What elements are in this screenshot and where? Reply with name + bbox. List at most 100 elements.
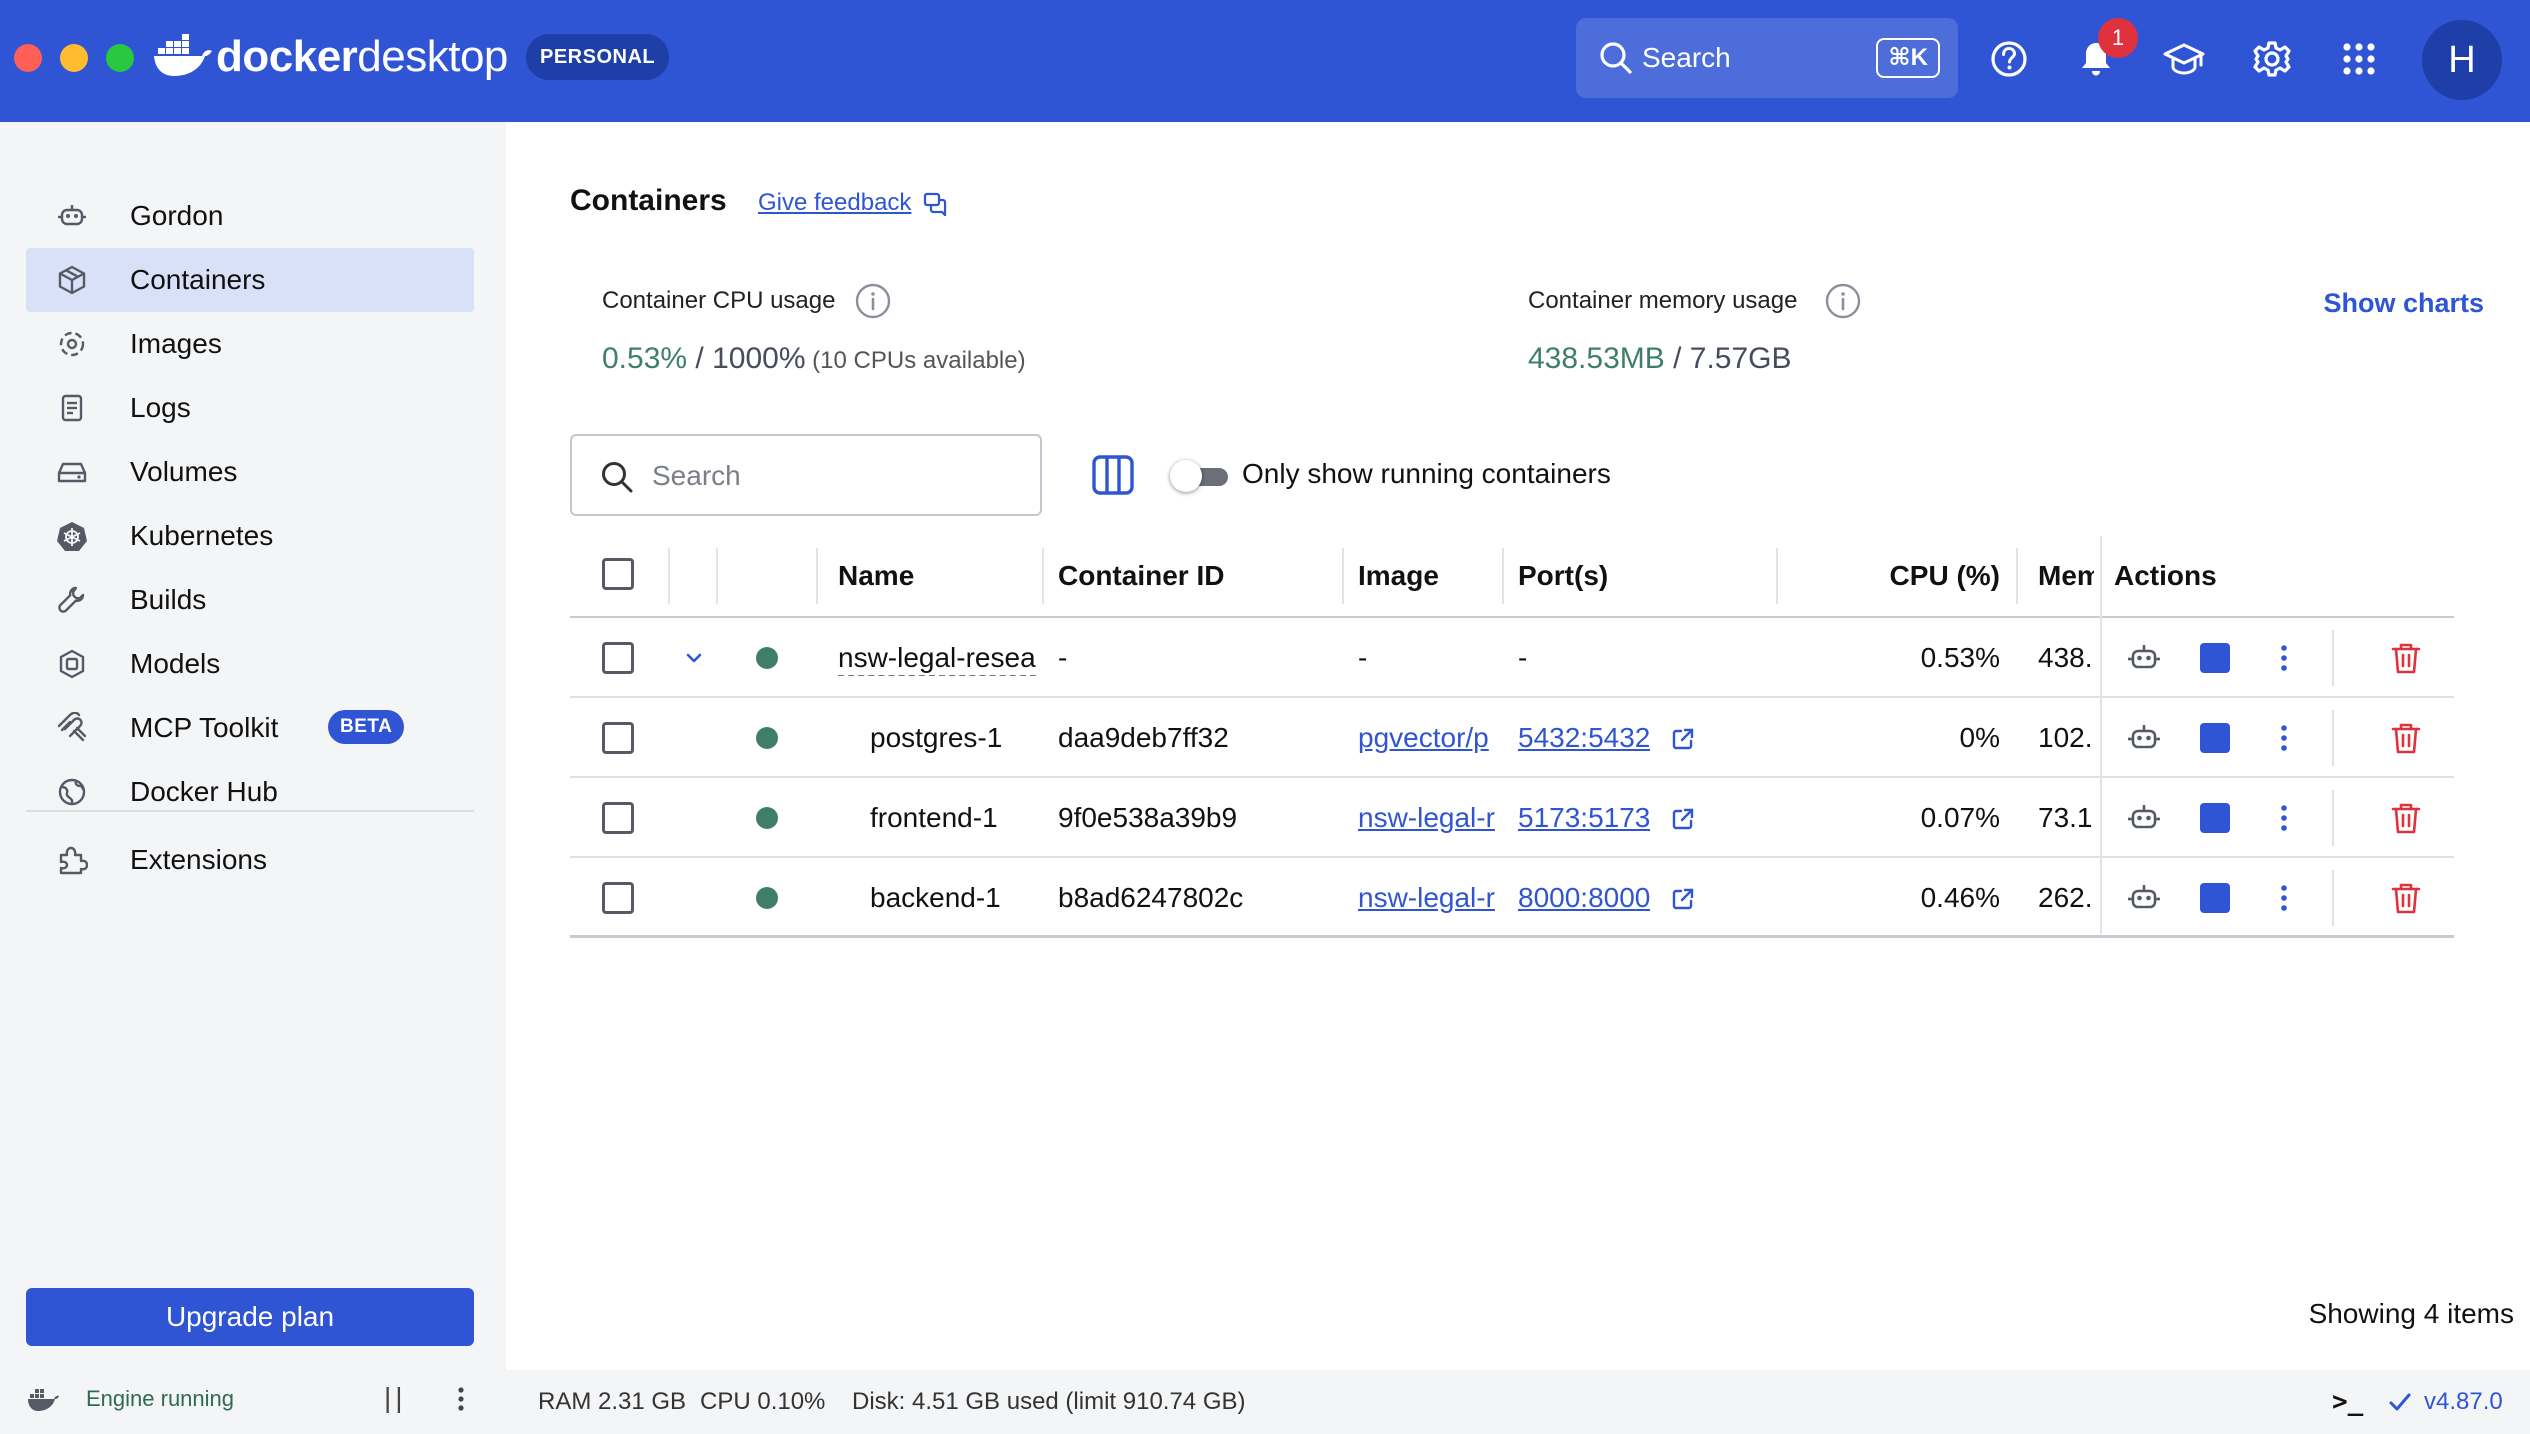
cpu-usage-label: Container CPU usage: [602, 287, 836, 314]
container-search-input[interactable]: [652, 456, 1022, 496]
more-options-icon[interactable]: [2266, 880, 2302, 916]
row-checkbox[interactable]: [602, 882, 634, 914]
help-icon[interactable]: [1984, 34, 2034, 84]
upgrade-plan-button[interactable]: Upgrade plan: [26, 1288, 474, 1346]
row-checkbox[interactable]: [602, 642, 634, 674]
external-link-icon[interactable]: [1670, 726, 1696, 752]
container-port-link[interactable]: 8000:8000: [1518, 880, 1650, 916]
table-row[interactable]: postgres-1 daa9deb7ff32 pgvector/p 5432:…: [570, 698, 2454, 778]
container-image-link[interactable]: nsw-legal-r: [1358, 800, 1498, 836]
settings-gear-icon[interactable]: [2247, 34, 2297, 84]
apps-grid-icon[interactable]: [2334, 34, 2384, 84]
column-header-ports[interactable]: Port(s): [1518, 558, 1608, 594]
external-link-icon[interactable]: [1670, 886, 1696, 912]
plan-badge[interactable]: PERSONAL: [526, 34, 670, 80]
sidebar-item-gordon[interactable]: Gordon: [26, 184, 474, 248]
builds-wrench-icon: [58, 586, 85, 613]
container-port: -: [1518, 642, 1528, 673]
row-checkbox[interactable]: [602, 722, 634, 754]
container-image-link[interactable]: nsw-legal-r: [1358, 880, 1498, 916]
container-memory: 262.: [2038, 882, 2093, 913]
stop-container-button[interactable]: [2200, 723, 2230, 753]
sidebar-item-extensions[interactable]: Extensions: [26, 828, 474, 892]
row-checkbox[interactable]: [602, 802, 634, 834]
chevron-down-icon[interactable]: [680, 644, 708, 672]
window-close-button[interactable]: [14, 44, 42, 72]
window-zoom-button[interactable]: [106, 44, 134, 72]
container-image-link[interactable]: pgvector/p: [1358, 720, 1498, 756]
columns-toggle-icon[interactable]: [1090, 452, 1136, 498]
container-id: 9f0e538a39b9: [1058, 802, 1238, 833]
ask-gordon-robot-icon[interactable]: [2126, 880, 2162, 916]
external-link-icon[interactable]: [1670, 806, 1696, 832]
extensions-puzzle-icon: [59, 846, 88, 875]
mcp-toolkit-icon: [57, 712, 87, 742]
delete-trash-icon[interactable]: [2388, 640, 2424, 676]
user-avatar[interactable]: H: [2422, 20, 2502, 100]
sidebar-item-docker-hub[interactable]: Docker Hub: [26, 760, 474, 824]
stop-container-button[interactable]: [2200, 883, 2230, 913]
stop-container-button[interactable]: [2200, 803, 2230, 833]
container-id: b8ad6247802c: [1058, 882, 1244, 913]
global-search-button[interactable]: Search ⌘K: [1576, 18, 1958, 98]
column-header-memory[interactable]: Mem: [2038, 558, 2094, 594]
memory-info-icon[interactable]: [1824, 282, 1862, 320]
sidebar-item-label: MCP Toolkit: [130, 712, 279, 743]
column-separator: [1342, 548, 1344, 604]
sidebar-item-logs[interactable]: Logs: [26, 376, 474, 440]
sidebar-item-images[interactable]: Images: [26, 312, 474, 376]
ask-gordon-robot-icon[interactable]: [2126, 640, 2162, 676]
sidebar-item-volumes[interactable]: Volumes: [26, 440, 474, 504]
sidebar-item-containers[interactable]: Containers: [26, 248, 474, 312]
engine-whale-icon: [28, 1389, 59, 1411]
column-header-name[interactable]: Name: [838, 558, 914, 594]
learning-center-icon[interactable]: [2159, 34, 2209, 84]
running-only-toggle[interactable]: [1170, 460, 1230, 492]
status-running-dot: [756, 807, 778, 829]
table-row[interactable]: frontend-1 9f0e538a39b9 nsw-legal-r 5173…: [570, 778, 2454, 858]
sidebar-item-label: Builds: [130, 584, 207, 615]
container-name[interactable]: nsw-legal-resea: [838, 640, 1038, 676]
sidebar-item-kubernetes[interactable]: Kubernetes: [26, 504, 474, 568]
more-options-icon[interactable]: [2266, 800, 2302, 836]
ask-gordon-robot-icon[interactable]: [2126, 800, 2162, 836]
sidebar-item-models[interactable]: Models: [26, 632, 474, 696]
column-header-container-id[interactable]: Container ID: [1058, 558, 1224, 594]
logs-document-icon: [61, 394, 83, 422]
container-name[interactable]: backend-1: [870, 880, 1001, 916]
container-search-box[interactable]: [570, 434, 1042, 516]
feedback-chat-icon[interactable]: [922, 190, 948, 216]
stop-container-button[interactable]: [2200, 643, 2230, 673]
container-name[interactable]: frontend-1: [870, 800, 998, 836]
ask-gordon-robot-icon[interactable]: [2126, 720, 2162, 756]
terminal-button[interactable]: >_: [2332, 1386, 2363, 1418]
container-port-link[interactable]: 5432:5432: [1518, 720, 1650, 756]
sidebar-item-builds[interactable]: Builds: [26, 568, 474, 632]
give-feedback-link[interactable]: Give feedback: [758, 188, 911, 218]
cpu-info-icon[interactable]: [854, 282, 892, 320]
app-version[interactable]: v4.87.0: [2424, 1386, 2503, 1418]
memory-total: 7.57GB: [1689, 342, 1792, 375]
table-row[interactable]: backend-1 b8ad6247802c nsw-legal-r 8000:…: [570, 858, 2454, 938]
engine-pause-button[interactable]: ||: [384, 1382, 407, 1414]
column-header-cpu[interactable]: CPU (%): [1780, 558, 2000, 594]
delete-trash-icon[interactable]: [2388, 720, 2424, 756]
select-all-checkbox[interactable]: [602, 558, 634, 590]
page-title: Containers: [570, 184, 727, 217]
container-port-link[interactable]: 5173:5173: [1518, 800, 1650, 836]
column-header-actions: Actions: [2114, 560, 2217, 591]
table-row-group[interactable]: nsw-legal-resea - - - 0.53% 438.: [570, 618, 2454, 698]
memory-usage-value: 438.53MB / 7.57GB: [1528, 340, 1792, 378]
column-header-image[interactable]: Image: [1358, 558, 1439, 594]
more-options-icon[interactable]: [2266, 720, 2302, 756]
container-cpu: 0.53%: [1920, 642, 2000, 673]
app-brand: dockerdesktop: [216, 32, 508, 81]
engine-more-options-icon[interactable]: [452, 1384, 470, 1414]
window-minimize-button[interactable]: [60, 44, 88, 72]
delete-trash-icon[interactable]: [2388, 800, 2424, 836]
container-name[interactable]: postgres-1: [870, 720, 1002, 756]
more-options-icon[interactable]: [2266, 640, 2302, 676]
delete-trash-icon[interactable]: [2388, 880, 2424, 916]
show-charts-button[interactable]: Show charts: [2323, 286, 2484, 320]
sidebar-item-mcp-toolkit[interactable]: MCP Toolkit BETA: [26, 696, 474, 760]
